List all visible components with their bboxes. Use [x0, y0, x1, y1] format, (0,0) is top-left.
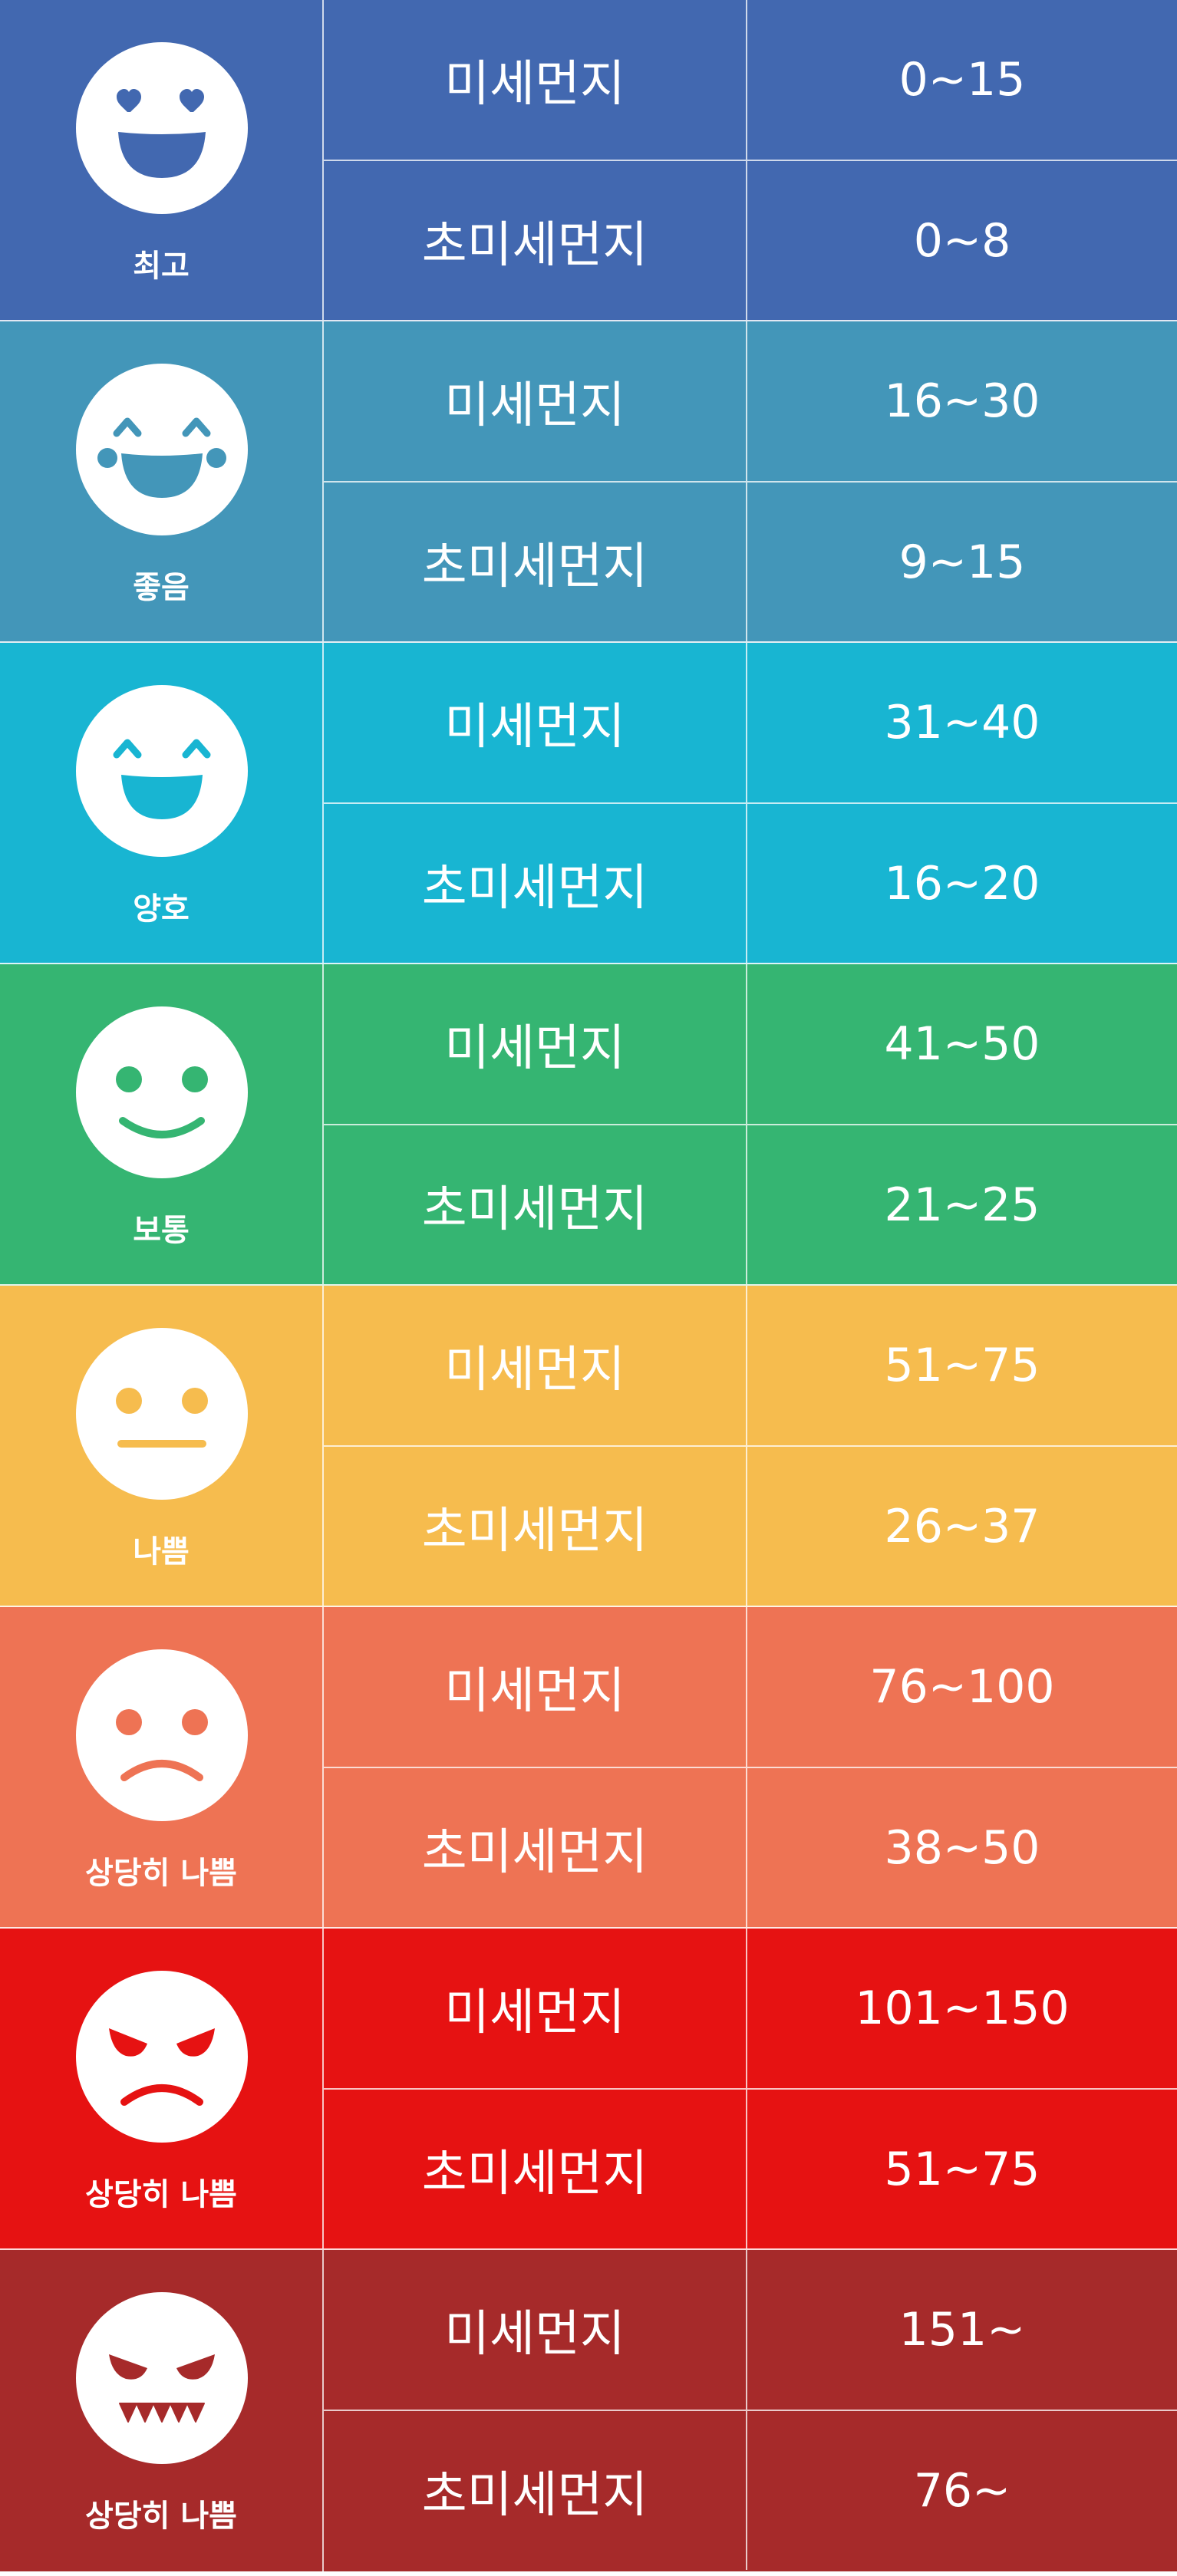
- table-row: 초미세먼지 21~25: [324, 1125, 1177, 1284]
- concentration-range: 38~50: [884, 1820, 1040, 1875]
- grade-label: 좋음: [133, 570, 190, 605]
- neutral-face-icon: [76, 1328, 248, 1500]
- grade-label: 나쁨: [133, 1534, 190, 1570]
- grade-band: 상당히 나쁨 미세먼지 151~ 초미세먼지 76~: [0, 2250, 1177, 2571]
- pollutant-name: 미세먼지: [324, 1286, 747, 1445]
- pollutant-name: 초미세먼지: [324, 2411, 747, 2570]
- grade-cell: 상당히 나쁨: [0, 2250, 324, 2571]
- table-row: 미세먼지 151~: [324, 2250, 1177, 2411]
- table-row: 미세먼지 76~100: [324, 1607, 1177, 1768]
- table-row: 초미세먼지 16~20: [324, 804, 1177, 963]
- concentration-range: 76~100: [869, 1660, 1055, 1714]
- table-row: 미세먼지 16~30: [324, 321, 1177, 483]
- table-row: 초미세먼지 76~: [324, 2411, 1177, 2570]
- grade-cell: 좋음: [0, 321, 324, 641]
- grade-cell: 양호: [0, 643, 324, 963]
- concentration-range: 151~: [898, 2303, 1026, 2357]
- grade-band: 양호 미세먼지 31~40 초미세먼지 16~20: [0, 643, 1177, 964]
- grade-band: 최고 미세먼지 0~15 초미세먼지 0~8: [0, 0, 1177, 321]
- concentration-range: 0~8: [913, 213, 1011, 268]
- concentration-range: 41~50: [884, 1017, 1040, 1071]
- pollutant-name: 미세먼지: [324, 643, 747, 802]
- fanged-angry-face-icon: [76, 2292, 248, 2464]
- grade-label: 상당히 나쁨: [85, 2499, 237, 2534]
- pollutant-name: 초미세먼지: [324, 804, 747, 963]
- heart-eyes-grin-face-icon: [76, 42, 248, 214]
- concentration-range: 51~75: [884, 2142, 1040, 2196]
- concentration-range: 101~150: [855, 1981, 1070, 2035]
- grade-band: 좋음 미세먼지 16~30 초미세먼지 9~15: [0, 321, 1177, 643]
- table-row: 초미세먼지 38~50: [324, 1768, 1177, 1927]
- pollutant-name: 미세먼지: [324, 0, 747, 160]
- grade-cell: 최고: [0, 0, 324, 320]
- concentration-range: 16~20: [884, 856, 1040, 911]
- pollutant-name: 초미세먼지: [324, 1125, 747, 1284]
- grade-label: 상당히 나쁨: [85, 2177, 237, 2212]
- concentration-range: 31~40: [884, 696, 1040, 749]
- grade-label: 최고: [133, 249, 190, 284]
- pollutant-name: 초미세먼지: [324, 161, 747, 320]
- grade-label: 상당히 나쁨: [85, 1856, 237, 1891]
- concentration-range: 16~30: [884, 374, 1040, 428]
- table-row: 초미세먼지 26~37: [324, 1447, 1177, 1606]
- grade-band: 나쁨 미세먼지 51~75 초미세먼지 26~37: [0, 1286, 1177, 1607]
- concentration-range: 21~25: [884, 1178, 1040, 1232]
- grade-label: 보통: [133, 1213, 190, 1248]
- grade-cell: 상당히 나쁨: [0, 1929, 324, 2248]
- table-row: 미세먼지 51~75: [324, 1286, 1177, 1447]
- concentration-range: 0~15: [898, 53, 1026, 107]
- pollutant-name: 미세먼지: [324, 2250, 747, 2410]
- smiling-face-icon: [76, 1006, 248, 1178]
- pollutant-name: 미세먼지: [324, 321, 747, 481]
- grade-band: 보통 미세먼지 41~50 초미세먼지 21~25: [0, 964, 1177, 1286]
- grade-band: 상당히 나쁨 미세먼지 76~100 초미세먼지 38~50: [0, 1607, 1177, 1929]
- laughing-tears-face-icon: [76, 364, 248, 535]
- concentration-range: 9~15: [898, 535, 1026, 589]
- pollutant-name: 미세먼지: [324, 1929, 747, 2088]
- happy-grin-face-icon: [76, 685, 248, 857]
- grade-label: 양호: [133, 891, 190, 927]
- pollutant-name: 초미세먼지: [324, 1447, 747, 1606]
- table-row: 미세먼지 101~150: [324, 1929, 1177, 2090]
- pollutant-name: 초미세먼지: [324, 483, 747, 641]
- table-row: 초미세먼지 51~75: [324, 2090, 1177, 2248]
- frowning-face-icon: [76, 1649, 248, 1821]
- pollutant-name: 초미세먼지: [324, 1768, 747, 1927]
- table-row: 미세먼지 41~50: [324, 964, 1177, 1125]
- table-row: 미세먼지 31~40: [324, 643, 1177, 804]
- grade-cell: 보통: [0, 964, 324, 1284]
- angry-face-icon: [76, 1971, 248, 2143]
- table-row: 초미세먼지 9~15: [324, 483, 1177, 641]
- table-row: 미세먼지 0~15: [324, 0, 1177, 161]
- pollutant-name: 미세먼지: [324, 964, 747, 1124]
- concentration-range: 51~75: [884, 1339, 1040, 1392]
- grade-band: 상당히 나쁨 미세먼지 101~150 초미세먼지 51~75: [0, 1929, 1177, 2250]
- concentration-range: 26~37: [884, 1499, 1040, 1553]
- concentration-range: 76~: [913, 2463, 1011, 2518]
- pollutant-name: 미세먼지: [324, 1607, 747, 1767]
- grade-cell: 나쁨: [0, 1286, 324, 1606]
- pollutant-name: 초미세먼지: [324, 2090, 747, 2248]
- grade-cell: 상당히 나쁨: [0, 1607, 324, 1927]
- air-quality-grade-table: 최고 미세먼지 0~15 초미세먼지 0~8 좋음 미세먼지 16~30 초미세먼지 9~15 …: [0, 0, 1177, 2576]
- table-row: 초미세먼지 0~8: [324, 161, 1177, 320]
